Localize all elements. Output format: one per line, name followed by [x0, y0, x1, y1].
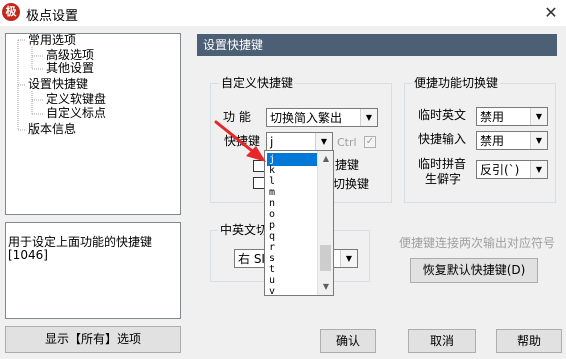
close-icon[interactable]: ✕ [536, 0, 566, 26]
ctrl-label: Ctrl [337, 136, 357, 149]
chevron-down-icon[interactable]: ▼ [530, 161, 547, 178]
option-label-2: 切换键 [333, 177, 370, 191]
tree-item-other[interactable]: 其他设置 [46, 62, 94, 75]
scroll-down-icon[interactable]: ▼ [318, 279, 334, 295]
chevron-down-icon[interactable]: ▼ [530, 132, 547, 149]
chevron-down-icon[interactable]: ▼ [340, 250, 357, 267]
quick-input-label: 快捷输入 [418, 132, 467, 146]
title-bar: 极 极点设置 ✕ [0, 0, 566, 26]
tree-item-shortcuts[interactable]: 设置快捷键 [28, 78, 88, 91]
tree-item-punctuation[interactable]: 自定义标点 [46, 107, 106, 120]
temp-english-value: 禁用 [480, 110, 505, 124]
tree-item-common[interactable]: 常用选项 [28, 34, 76, 47]
quick-input-select[interactable]: 禁用 ▼ [476, 131, 548, 150]
custom-shortcut-group-title: 自定义快捷键 [219, 76, 296, 90]
annotation-arrow-icon [214, 120, 266, 162]
chevron-down-icon[interactable]: ▼ [530, 108, 547, 125]
quick-input-value: 禁用 [480, 134, 505, 148]
option-label-1: 捷键 [335, 158, 360, 172]
ok-button[interactable]: 确认 [320, 329, 376, 353]
rare-char-label: 生僻字 [425, 172, 462, 186]
zh-en-toggle-value: 右 SI [238, 252, 265, 266]
app-icon: 极 [2, 3, 20, 21]
scroll-up-icon[interactable]: ▲ [318, 151, 334, 167]
description-panel: 用于设定上面功能的快捷键 [1046] [5, 222, 181, 319]
chevron-down-icon[interactable]: ▼ [315, 133, 332, 150]
double-press-hint: 便捷键连接两次输出对应符号 [399, 236, 556, 250]
cancel-button[interactable]: 取消 [408, 329, 476, 353]
description-code: [1046] [8, 248, 48, 262]
tree-item-version[interactable]: 版本信息 [28, 123, 76, 136]
temp-pinyin-select[interactable]: 反引(`) ▼ [476, 160, 548, 179]
shortcut-key-select[interactable]: j ▼ [266, 132, 333, 151]
temp-english-select[interactable]: 禁用 ▼ [476, 107, 548, 126]
shortcut-key-dropdown[interactable]: jklmnopqrstuv ▲ ▼ [264, 150, 334, 298]
function-select[interactable]: 切换简入繁出 ▼ [266, 108, 378, 127]
dropdown-option[interactable]: v [267, 285, 317, 298]
dropdown-scrollbar[interactable]: ▲ ▼ [317, 151, 333, 295]
temp-english-label: 临时英文 [418, 108, 467, 122]
window-title: 极点设置 [26, 9, 79, 24]
tree-item-softkeyboard[interactable]: 定义软键盘 [46, 93, 106, 106]
restore-default-button[interactable]: 恢复默认快捷键(D) [410, 258, 538, 283]
options-tree: 常用选项 高级选项 其他设置 设置快捷键 定义软键盘 自定义标点 版本信息 [5, 33, 181, 215]
ctrl-checkbox[interactable]: ✓ [364, 136, 376, 148]
scroll-thumb[interactable] [320, 245, 331, 271]
function-select-value: 切换简入繁出 [270, 111, 343, 125]
help-button[interactable]: 帮助 [496, 329, 562, 353]
temp-pinyin-value: 反引(`) [480, 163, 520, 177]
show-all-button[interactable]: 显示【所有】选项 [5, 326, 181, 353]
convenience-group-title: 便捷功能切换键 [412, 76, 501, 90]
temp-pinyin-label: 临时拼音 [418, 157, 467, 171]
chevron-down-icon[interactable]: ▼ [360, 109, 377, 126]
zh-en-group-title: 中英文切 [218, 223, 271, 237]
page-title: 设置快捷键 [197, 34, 557, 56]
